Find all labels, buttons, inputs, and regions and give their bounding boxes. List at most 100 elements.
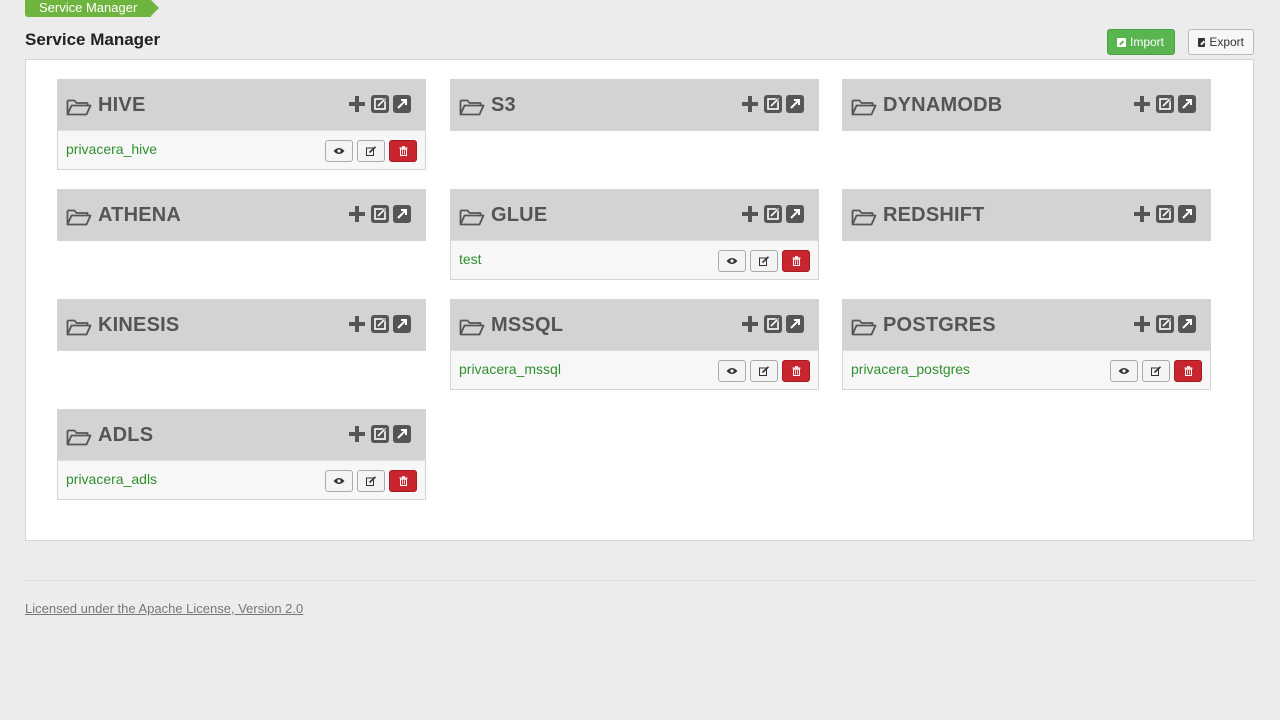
add-service-icon[interactable]	[348, 95, 366, 113]
service-card-header: DYNAMODB	[843, 80, 1210, 130]
edit-button[interactable]	[1142, 360, 1170, 382]
delete-button[interactable]	[782, 360, 810, 382]
eye-icon	[1118, 367, 1130, 375]
external-link-icon[interactable]	[393, 425, 411, 443]
external-link-icon[interactable]	[393, 205, 411, 223]
license-link[interactable]: Licensed under the Apache License, Versi…	[25, 601, 303, 616]
service-header-actions	[741, 315, 804, 333]
external-link-icon[interactable]	[1178, 205, 1196, 223]
eye-icon	[333, 147, 345, 155]
service-card-mssql: MSSQL privacera_mssql	[450, 299, 819, 390]
delete-button[interactable]	[1174, 360, 1202, 382]
service-card-adls: ADLS privacera_adls	[57, 409, 426, 500]
add-service-icon[interactable]	[348, 205, 366, 223]
eye-icon	[726, 257, 738, 265]
service-card-header: ATHENA	[58, 190, 425, 240]
service-header-actions	[348, 315, 411, 333]
trash-icon	[1184, 366, 1193, 376]
repo-link[interactable]: privacera_hive	[66, 141, 157, 157]
service-repo-row: privacera_adls	[58, 460, 425, 499]
repo-link[interactable]: privacera_adls	[66, 471, 157, 487]
trash-icon	[399, 146, 408, 156]
service-card-athena: ATHENA	[57, 189, 426, 241]
edit-button[interactable]	[750, 360, 778, 382]
edit-button[interactable]	[357, 470, 385, 492]
repo-link[interactable]: privacera_mssql	[459, 361, 561, 377]
edit-service-type-icon[interactable]	[1156, 95, 1174, 113]
service-header-actions	[348, 425, 411, 443]
folder-icon	[66, 313, 98, 337]
edit-service-type-icon[interactable]	[371, 425, 389, 443]
external-link-icon[interactable]	[786, 205, 804, 223]
external-link-icon[interactable]	[786, 315, 804, 333]
service-card-header: REDSHIFT	[843, 190, 1210, 240]
edit-service-type-icon[interactable]	[764, 205, 782, 223]
service-title: POSTGRES	[883, 313, 996, 336]
external-link-icon[interactable]	[393, 95, 411, 113]
service-repo-row: privacera_hive	[58, 130, 425, 169]
add-service-icon[interactable]	[741, 95, 759, 113]
view-button[interactable]	[718, 360, 746, 382]
edit-service-type-icon[interactable]	[1156, 205, 1174, 223]
service-title: ADLS	[98, 423, 154, 446]
folder-icon	[851, 203, 883, 227]
service-card-hive: HIVE privacera_hive	[57, 79, 426, 170]
service-title: ATHENA	[98, 203, 182, 226]
import-button[interactable]: Import	[1107, 29, 1175, 55]
folder-icon	[459, 203, 491, 227]
service-header-actions	[741, 95, 804, 113]
edit-button[interactable]	[357, 140, 385, 162]
breadcrumb-label: Service Manager	[39, 0, 138, 15]
edit-service-type-icon[interactable]	[1156, 315, 1174, 333]
service-repo-row: privacera_postgres	[843, 350, 1210, 389]
edit-button[interactable]	[750, 250, 778, 272]
edit-service-type-icon[interactable]	[764, 95, 782, 113]
edit-service-type-icon[interactable]	[371, 95, 389, 113]
edit-service-type-icon[interactable]	[764, 315, 782, 333]
breadcrumb[interactable]: Service Manager	[25, 0, 160, 17]
add-service-icon[interactable]	[741, 205, 759, 223]
service-title: DYNAMODB	[883, 93, 1003, 116]
external-link-icon[interactable]	[1178, 95, 1196, 113]
service-title: REDSHIFT	[883, 203, 985, 226]
service-card-header: S3	[451, 80, 818, 130]
view-button[interactable]	[1110, 360, 1138, 382]
service-card-header: MSSQL	[451, 300, 818, 350]
footer-divider	[25, 580, 1254, 581]
service-header-actions	[1133, 315, 1196, 333]
edit-icon	[365, 476, 377, 486]
add-service-icon[interactable]	[348, 315, 366, 333]
delete-button[interactable]	[782, 250, 810, 272]
external-link-icon[interactable]	[393, 315, 411, 333]
external-link-icon[interactable]	[1178, 315, 1196, 333]
folder-icon	[66, 93, 98, 117]
edit-icon	[1150, 366, 1162, 376]
export-button[interactable]: Export	[1188, 29, 1254, 55]
edit-service-type-icon[interactable]	[371, 315, 389, 333]
add-service-icon[interactable]	[1133, 205, 1151, 223]
edit-icon	[758, 256, 770, 266]
repo-actions	[1110, 360, 1202, 382]
edit-service-type-icon[interactable]	[371, 205, 389, 223]
repo-link[interactable]: privacera_postgres	[851, 361, 970, 377]
service-repo-row: test	[451, 240, 818, 279]
add-service-icon[interactable]	[1133, 315, 1151, 333]
view-button[interactable]	[325, 470, 353, 492]
import-icon	[1117, 37, 1126, 47]
service-card-header: HIVE	[58, 80, 425, 130]
view-button[interactable]	[325, 140, 353, 162]
trash-icon	[792, 366, 801, 376]
delete-button[interactable]	[389, 470, 417, 492]
add-service-icon[interactable]	[1133, 95, 1151, 113]
folder-icon	[459, 93, 491, 117]
add-service-icon[interactable]	[741, 315, 759, 333]
external-link-icon[interactable]	[786, 95, 804, 113]
service-card-s3: S3	[450, 79, 819, 131]
view-button[interactable]	[718, 250, 746, 272]
service-card-header: POSTGRES	[843, 300, 1210, 350]
repo-link[interactable]: test	[459, 251, 482, 267]
eye-icon	[726, 367, 738, 375]
delete-button[interactable]	[389, 140, 417, 162]
service-header-actions	[1133, 205, 1196, 223]
add-service-icon[interactable]	[348, 425, 366, 443]
